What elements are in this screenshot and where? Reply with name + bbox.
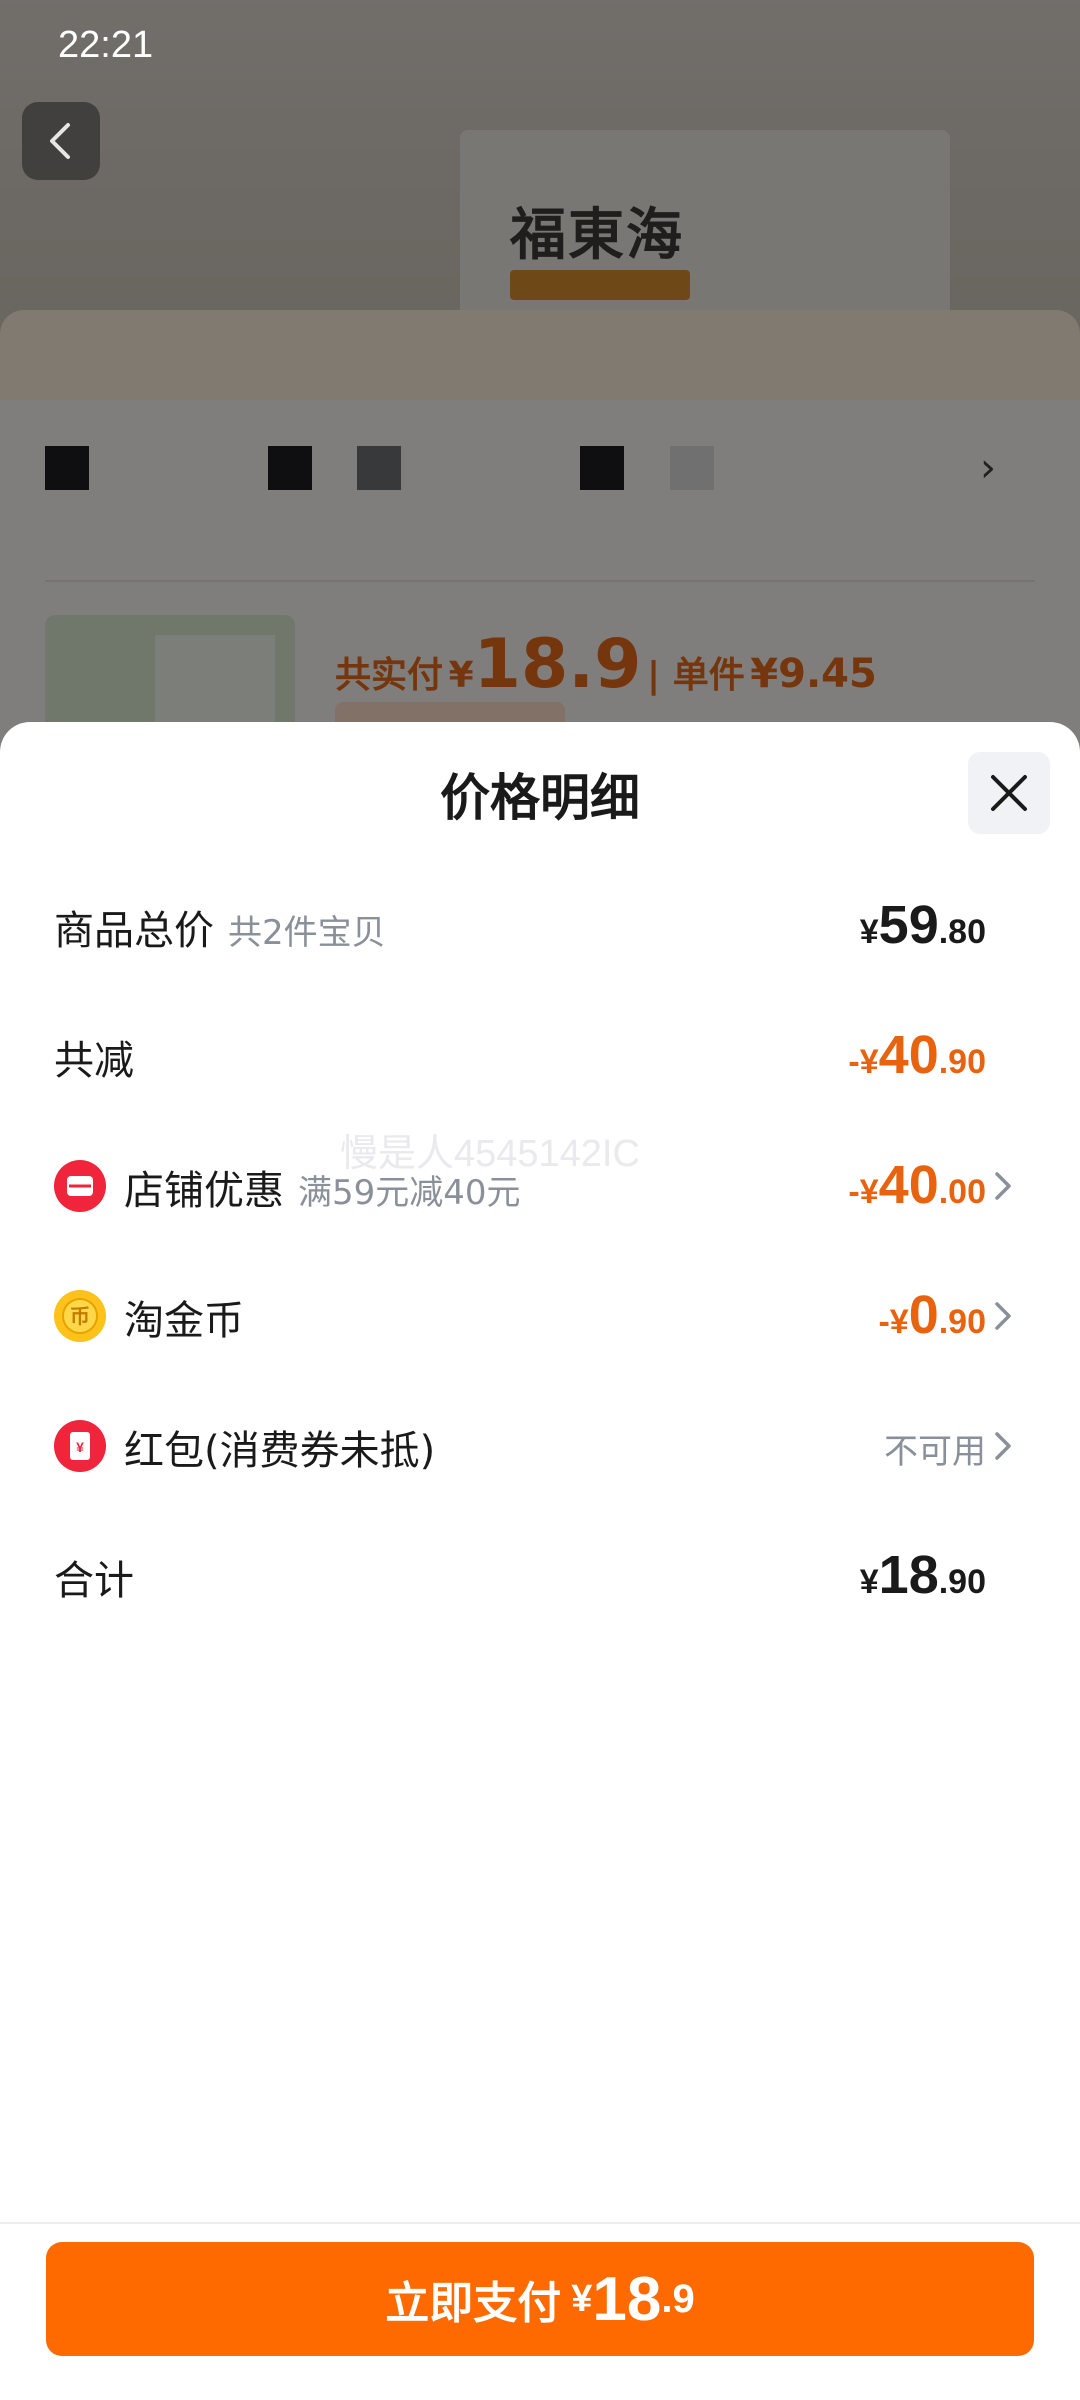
tao-coins-amount: -¥0.90 bbox=[878, 1285, 986, 1345]
row-total-discount: 共减 -¥40.90 bbox=[0, 1016, 1080, 1096]
watermark: 慢是人4545142IC bbox=[340, 1133, 640, 1175]
row-label: 共减 bbox=[54, 1038, 134, 1084]
chevron-left-icon bbox=[50, 123, 70, 159]
pay-now-button[interactable]: 立即支付 ¥18.9 bbox=[46, 2242, 1034, 2356]
row-label: 红包(消费券未抵) bbox=[124, 1428, 436, 1474]
status-time: 22:21 bbox=[58, 24, 154, 66]
pay-amount-int: 18 bbox=[592, 2264, 662, 2334]
back-button[interactable] bbox=[22, 102, 100, 180]
row-sub: 共2件宝贝 bbox=[228, 913, 386, 953]
red-packet-status: 不可用 bbox=[884, 1432, 986, 1472]
chevron-right-icon bbox=[995, 1172, 1011, 1200]
svg-text:¥: ¥ bbox=[76, 1439, 84, 1455]
background-page: 福東海 › 共实付 ¥18.9 | 单件 ¥9.45 22:21 bbox=[0, 0, 1080, 760]
gold-coin-icon: 币 bbox=[54, 1290, 106, 1342]
close-icon bbox=[991, 775, 1027, 811]
row-goods-total: 商品总价 共2件宝贝 ¥59.80 bbox=[0, 886, 1080, 966]
row-label: 商品总价 共2件宝贝 bbox=[54, 908, 386, 954]
row-sum: 合计 ¥18.90 bbox=[0, 1536, 1080, 1616]
row-sub: 满59元减40元 bbox=[298, 1173, 521, 1213]
price-detail-sheet: 价格明细 商品总价 共2件宝贝 ¥59.80 共减 -¥40.90 店铺优惠 满… bbox=[0, 722, 1080, 2400]
row-red-packet[interactable]: ¥ 红包(消费券未抵) 不可用 bbox=[0, 1406, 1080, 1486]
row-label: 淘金币 bbox=[124, 1298, 244, 1344]
row-label: 合计 bbox=[54, 1558, 134, 1604]
shop-coupon-icon bbox=[54, 1160, 106, 1212]
chevron-right-icon bbox=[995, 1432, 1011, 1460]
pay-button-label: 立即支付 bbox=[385, 2278, 562, 2329]
pay-currency: ¥ bbox=[571, 2277, 593, 2320]
modal-overlay[interactable] bbox=[0, 0, 1080, 760]
total-discount-amount: -¥40.90 bbox=[848, 1025, 986, 1085]
goods-total-amount: ¥59.80 bbox=[859, 895, 986, 955]
sum-amount: ¥18.90 bbox=[859, 1545, 986, 1605]
chevron-right-icon bbox=[995, 1302, 1011, 1330]
row-tao-coins[interactable]: 币 淘金币 -¥0.90 bbox=[0, 1276, 1080, 1356]
sheet-title: 价格明细 bbox=[440, 769, 640, 827]
footer-divider bbox=[0, 2222, 1080, 2224]
svg-text:币: 币 bbox=[70, 1305, 90, 1328]
red-packet-icon: ¥ bbox=[54, 1420, 106, 1472]
close-button[interactable] bbox=[968, 752, 1050, 834]
shop-discount-amount: -¥40.00 bbox=[848, 1155, 986, 1215]
pay-amount-dec: .9 bbox=[661, 2276, 695, 2321]
